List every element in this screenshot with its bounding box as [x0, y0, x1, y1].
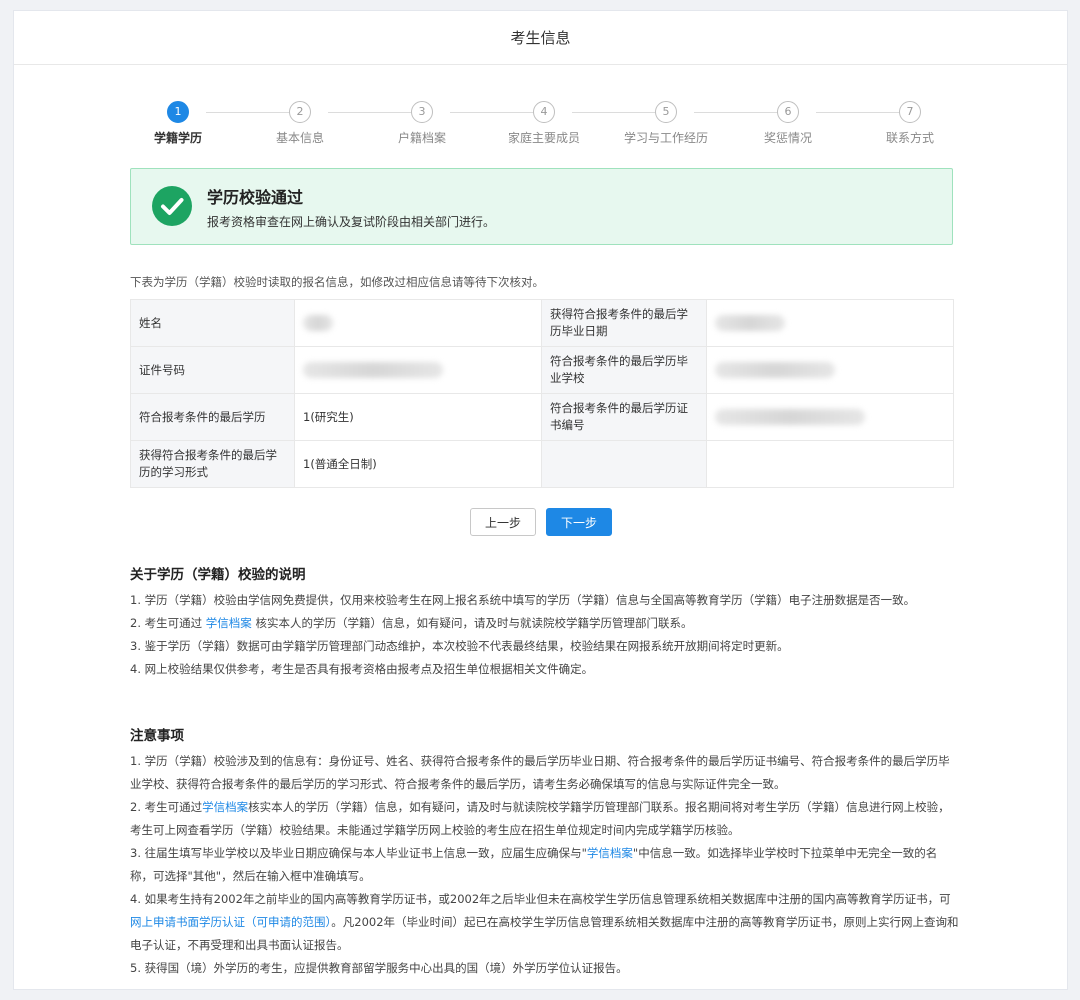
field-value-id-number — [294, 346, 542, 394]
step-label: 学习与工作经历 — [623, 131, 708, 145]
alert-subtitle: 报考资格审查在网上确认及复试阶段由相关部门进行。 — [207, 215, 496, 229]
table-row: 获得符合报考条件的最后学历的学习形式 1(普通全日制) — [130, 440, 954, 488]
table-row: 符合报考条件的最后学历 1(研究生) 符合报考条件的最后学历证书编号 — [130, 393, 954, 441]
success-alert: 学历校验通过 报考资格审查在网上确认及复试阶段由相关部门进行。 — [130, 168, 953, 245]
check-circle-icon — [152, 186, 192, 226]
field-label-study-mode: 获得符合报考条件的最后学历的学习形式 — [130, 440, 295, 488]
notes-item-3: 3. 往届生填写毕业学校以及毕业日期应确保与本人毕业证书上信息一致，应届生应确保… — [130, 846, 938, 883]
step-1[interactable]: 1 学籍学历 — [118, 101, 238, 146]
field-value-education: 1(研究生) — [294, 393, 542, 441]
step-label: 家庭主要成员 — [507, 131, 580, 145]
step-number: 4 — [533, 101, 555, 123]
step-number: 2 — [289, 101, 311, 123]
notes-section: 注意事项 1. 学历（学籍）校验涉及到的信息有：身份证号、姓名、获得符合报考条件… — [130, 724, 960, 980]
step-number: 1 — [167, 101, 189, 123]
field-label-id-number: 证件号码 — [130, 346, 295, 394]
step-number: 6 — [777, 101, 799, 123]
field-label-education: 符合报考条件的最后学历 — [130, 393, 295, 441]
step-label: 奖惩情况 — [763, 131, 812, 145]
prev-button[interactable]: 上一步 — [470, 508, 536, 536]
main-card: 考生信息 1 学籍学历 2 基本信息 3 户籍档案 4 家庭主要成员 5 学习与… — [13, 10, 1068, 990]
step-7[interactable]: 7 联系方式 — [850, 101, 970, 146]
about-item-1: 1. 学历（学籍）校验由学信网免费提供，仅用来校验考生在网上报名系统中填写的学历… — [130, 593, 916, 607]
notes-item-2: 2. 考生可通过学信档案核实本人的学历（学籍）信息，如有疑问，请及时与就读院校学… — [130, 800, 950, 837]
step-progress: 1 学籍学历 2 基本信息 3 户籍档案 4 家庭主要成员 5 学习与工作经历 … — [134, 101, 934, 151]
step-4[interactable]: 4 家庭主要成员 — [484, 101, 604, 146]
step-5[interactable]: 5 学习与工作经历 — [606, 101, 726, 146]
about-section: 关于学历（学籍）校验的说明 1. 学历（学籍）校验由学信网免费提供，仅用来校验考… — [130, 563, 960, 681]
field-value-study-mode: 1(普通全日制) — [294, 440, 542, 488]
field-value-certificate-number — [706, 393, 954, 441]
field-value-graduation-school — [706, 346, 954, 394]
about-item-4: 4. 网上校验结果仅供参考，考生是否具有报考资格由报考点及招生单位根据相关文件确… — [130, 662, 594, 676]
empty-label-cell — [541, 440, 707, 488]
notes-title: 注意事项 — [130, 728, 184, 744]
next-button[interactable]: 下一步 — [546, 508, 612, 536]
step-2[interactable]: 2 基本信息 — [240, 101, 360, 146]
step-number: 5 — [655, 101, 677, 123]
field-label-graduation-date: 获得符合报考条件的最后学历毕业日期 — [541, 299, 707, 347]
step-label: 基本信息 — [275, 131, 324, 145]
step-label: 学籍学历 — [153, 131, 202, 145]
step-number: 7 — [899, 101, 921, 123]
step-3[interactable]: 3 户籍档案 — [362, 101, 482, 146]
xuexin-archive-link[interactable]: 学信档案 — [587, 846, 633, 860]
redacted-value — [303, 362, 443, 378]
redacted-value — [715, 315, 785, 331]
alert-title: 学历校验通过 — [207, 188, 304, 207]
notes-item-5: 5. 获得国（境）外学历的考生，应提供教育部留学服务中心出具的国（境）外学历学位… — [130, 961, 628, 975]
navigation-buttons: 上一步 下一步 — [470, 508, 612, 536]
table-intro: 下表为学历（学籍）校验时读取的报名信息，如修改过相应信息请等待下次核对。 — [130, 275, 544, 289]
xuexin-archive-link[interactable]: 学信档案 — [202, 800, 248, 814]
empty-value-cell — [706, 440, 954, 488]
table-row: 姓名 获得符合报考条件的最后学历毕业日期 — [130, 299, 954, 347]
notes-item-1: 1. 学历（学籍）校验涉及到的信息有：身份证号、姓名、获得符合报考条件的最后学历… — [130, 754, 950, 791]
notes-item-4: 4. 如果考生持有2002年之前毕业的国内高等教育学历证书，或2002年之后毕业… — [130, 892, 959, 952]
about-item-3: 3. 鉴于学历（学籍）数据可由学籍学历管理部门动态维护，本次校验不代表最终结果，… — [130, 639, 789, 653]
redacted-value — [715, 362, 835, 378]
field-value-name — [294, 299, 542, 347]
field-label-certificate-number: 符合报考条件的最后学历证书编号 — [541, 393, 707, 441]
step-label: 户籍档案 — [397, 131, 446, 145]
field-label-name: 姓名 — [130, 299, 295, 347]
page-title: 考生信息 — [14, 11, 1067, 65]
table-row: 证件号码 符合报考条件的最后学历毕业学校 — [130, 346, 954, 394]
redacted-value — [303, 315, 333, 331]
field-label-graduation-school: 符合报考条件的最后学历毕业学校 — [541, 346, 707, 394]
info-table: 姓名 获得符合报考条件的最后学历毕业日期 证件号码 符合报考条件的最后学历毕业学… — [130, 299, 954, 488]
redacted-value — [715, 409, 865, 425]
xuexin-archive-link[interactable]: 学信档案 — [206, 616, 252, 630]
step-6[interactable]: 6 奖惩情况 — [728, 101, 848, 146]
step-number: 3 — [411, 101, 433, 123]
application-scope-link[interactable]: （可申请的范围） — [245, 915, 331, 929]
written-certification-link[interactable]: 网上申请书面学历认证 — [130, 915, 245, 929]
field-value-graduation-date — [706, 299, 954, 347]
about-title: 关于学历（学籍）校验的说明 — [130, 567, 306, 583]
about-item-2: 2. 考生可通过 学信档案 核实本人的学历（学籍）信息，如有疑问，请及时与就读院… — [130, 616, 693, 630]
step-label: 联系方式 — [885, 131, 934, 145]
